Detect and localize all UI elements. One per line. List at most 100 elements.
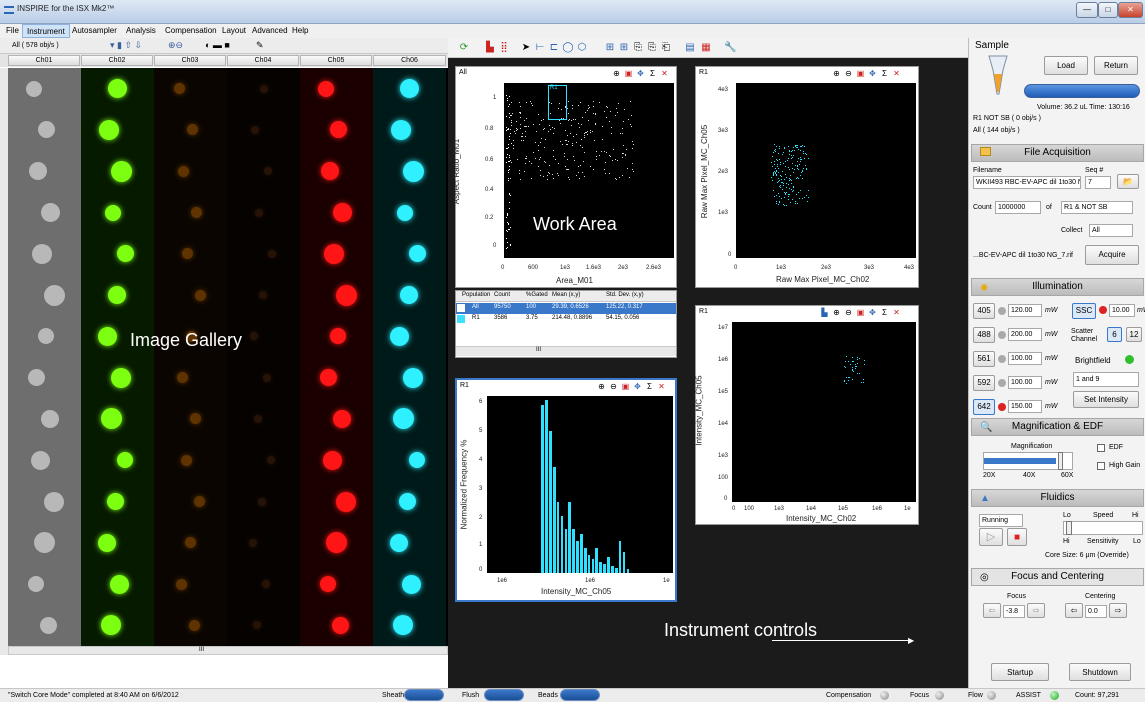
gallery-cell-image[interactable]: [323, 450, 342, 470]
gallery-cell-image[interactable]: [409, 245, 426, 263]
sum-icon[interactable]: Σ: [645, 382, 654, 391]
gallery-cell-image[interactable]: [40, 616, 57, 634]
set-intensity-button[interactable]: Set Intensity: [1073, 391, 1139, 408]
gallery-cell-image[interactable]: [100, 615, 121, 636]
oval-region-icon[interactable]: ◯: [562, 42, 574, 54]
play-button[interactable]: ▷: [979, 528, 1003, 546]
focus-left-button[interactable]: ⇦: [983, 603, 1001, 618]
laser-592-power[interactable]: 100.00: [1008, 376, 1042, 389]
gallery-cell-image[interactable]: [250, 125, 259, 134]
centering-right-button[interactable]: ⇨: [1109, 603, 1127, 618]
gallery-cell-image[interactable]: [174, 83, 185, 95]
gallery-scroll-thumb[interactable]: III: [199, 647, 204, 653]
zoom-in-icon[interactable]: ⊕: [832, 69, 841, 78]
gallery-cell-image[interactable]: [101, 408, 122, 430]
gallery-cell-image[interactable]: [258, 291, 267, 300]
gallery-cell-image[interactable]: [323, 243, 344, 264]
gallery-cell-image[interactable]: [187, 124, 198, 136]
gallery-cell-image[interactable]: [111, 160, 132, 182]
stats-row[interactable]: R1 3586 3.75 214.48, 0.8896 54.15, 0.056: [456, 314, 676, 325]
browse-folder-button[interactable]: 📂: [1117, 174, 1139, 189]
channel-header-ch06[interactable]: Ch06: [373, 55, 446, 66]
laser-405-power[interactable]: 120.00: [1008, 304, 1042, 317]
close-plot-icon[interactable]: ✕: [892, 308, 901, 317]
gallery-cell-image[interactable]: [320, 162, 339, 181]
gallery-cell-image[interactable]: [252, 621, 261, 630]
gallery-cell-image[interactable]: [40, 409, 59, 428]
graph-properties-icon[interactable]: ▣: [856, 69, 865, 78]
close-button[interactable]: ✕: [1118, 2, 1143, 18]
count-stepper[interactable]: 1000000: [995, 201, 1041, 214]
gallery-cell-image[interactable]: [31, 243, 52, 264]
plot-canvas-3[interactable]: [732, 322, 916, 502]
menu-file[interactable]: File: [2, 24, 23, 38]
gallery-cell-image[interactable]: [34, 532, 55, 554]
gallery-cell-image[interactable]: [43, 491, 64, 512]
gallery-cell-image[interactable]: [182, 248, 193, 260]
sum-icon[interactable]: Σ: [880, 308, 889, 317]
zoom-in-icon[interactable]: ⊕: [597, 382, 606, 391]
of-population-dropdown[interactable]: R1 & NOT SB: [1061, 201, 1133, 214]
gallery-cell-image[interactable]: [190, 413, 201, 425]
laser-561-power[interactable]: 100.00: [1008, 352, 1042, 365]
rect-region-icon[interactable]: ⊏: [548, 42, 560, 54]
stats-row[interactable]: All 95750 100 29.39, 0.6526 125.22, 0.317: [456, 303, 676, 314]
laser-488-power[interactable]: 200.00: [1008, 328, 1042, 341]
gallery-cell-image[interactable]: [107, 286, 126, 305]
gallery-cell-image[interactable]: [320, 369, 337, 387]
gallery-zoom-icon[interactable]: ⊕⊖: [168, 40, 183, 51]
gallery-cell-image[interactable]: [28, 369, 45, 387]
gallery-cell-image[interactable]: [110, 367, 131, 388]
centering-value[interactable]: 0.0: [1085, 605, 1107, 618]
gallery-cell-image[interactable]: [399, 286, 418, 305]
gallery-cell-image[interactable]: [399, 493, 416, 510]
histogram-tool-icon[interactable]: ▙: [484, 42, 496, 54]
collect-dropdown[interactable]: All: [1089, 224, 1133, 237]
laser-642-power[interactable]: 150.00: [1008, 400, 1042, 413]
gallery-cell-image[interactable]: [98, 326, 117, 346]
scatter-plot-raw-max-pixel[interactable]: R1 ⊕ ⊖ ▣ ✥ Σ ✕ 4e3 3e3 2e3 1e3 0 0 1e3 2…: [695, 66, 919, 288]
sum-icon[interactable]: Σ: [648, 69, 657, 78]
load-button[interactable]: Load: [1044, 56, 1088, 75]
graph-properties-icon[interactable]: ▣: [621, 382, 630, 391]
zoom-in-icon[interactable]: ⊕: [832, 308, 841, 317]
scatter-ch12-button[interactable]: 12: [1126, 327, 1142, 342]
pan-icon[interactable]: ✥: [636, 69, 645, 78]
gallery-cell-image[interactable]: [329, 328, 346, 345]
menu-help[interactable]: Help: [288, 24, 312, 38]
laser-405-button[interactable]: 405: [973, 303, 995, 319]
gallery-cell-image[interactable]: [319, 576, 336, 593]
stats-table-icon[interactable]: ▤: [684, 42, 696, 54]
channel-header-ch05[interactable]: Ch05: [300, 55, 372, 66]
magnification-slider[interactable]: [983, 452, 1073, 470]
gallery-cell-image[interactable]: [41, 203, 60, 222]
laser-561-button[interactable]: 561: [973, 351, 995, 367]
gallery-cell-image[interactable]: [403, 160, 424, 182]
laser-592-button[interactable]: 592: [973, 375, 995, 391]
flush-toggle[interactable]: [484, 689, 524, 701]
gallery-cell-image[interactable]: [253, 414, 262, 423]
histogram-plot[interactable]: R1 ⊕ ⊖ ▣ ✥ Σ ✕ 6 5 4 3 2 1 0 1e6 1e6 1e …: [455, 378, 677, 602]
gallery-cell-image[interactable]: [266, 456, 275, 465]
gallery-cell-image[interactable]: [333, 203, 352, 222]
filename-input[interactable]: WKII493 RBC-EV-APC dil 1to30 N: [973, 176, 1081, 189]
report-icon[interactable]: ▦: [700, 42, 712, 54]
layout-grid-icon[interactable]: ⊞: [604, 42, 616, 54]
gallery-cell-image[interactable]: [326, 532, 347, 554]
minimize-button[interactable]: —: [1076, 2, 1098, 18]
return-button[interactable]: Return: [1094, 56, 1138, 75]
gallery-color-icon[interactable]: ◐ ▬ ■: [205, 40, 230, 50]
laser-642-button[interactable]: 642: [973, 399, 995, 415]
centering-left-button[interactable]: ⇦: [1065, 603, 1083, 618]
zoom-out-icon[interactable]: ⊖: [609, 382, 618, 391]
gallery-tool-icon[interactable]: ✎: [256, 40, 264, 51]
gallery-cell-image[interactable]: [259, 84, 268, 93]
gallery-cell-image[interactable]: [37, 328, 54, 345]
beads-toggle[interactable]: [560, 689, 600, 701]
gallery-cell-image[interactable]: [336, 284, 357, 306]
gallery-cell-image[interactable]: [332, 616, 349, 634]
gallery-cell-image[interactable]: [248, 538, 257, 547]
image-gallery[interactable]: [8, 68, 448, 646]
shutdown-button[interactable]: Shutdown: [1069, 663, 1131, 681]
laser-488-button[interactable]: 488: [973, 327, 995, 343]
